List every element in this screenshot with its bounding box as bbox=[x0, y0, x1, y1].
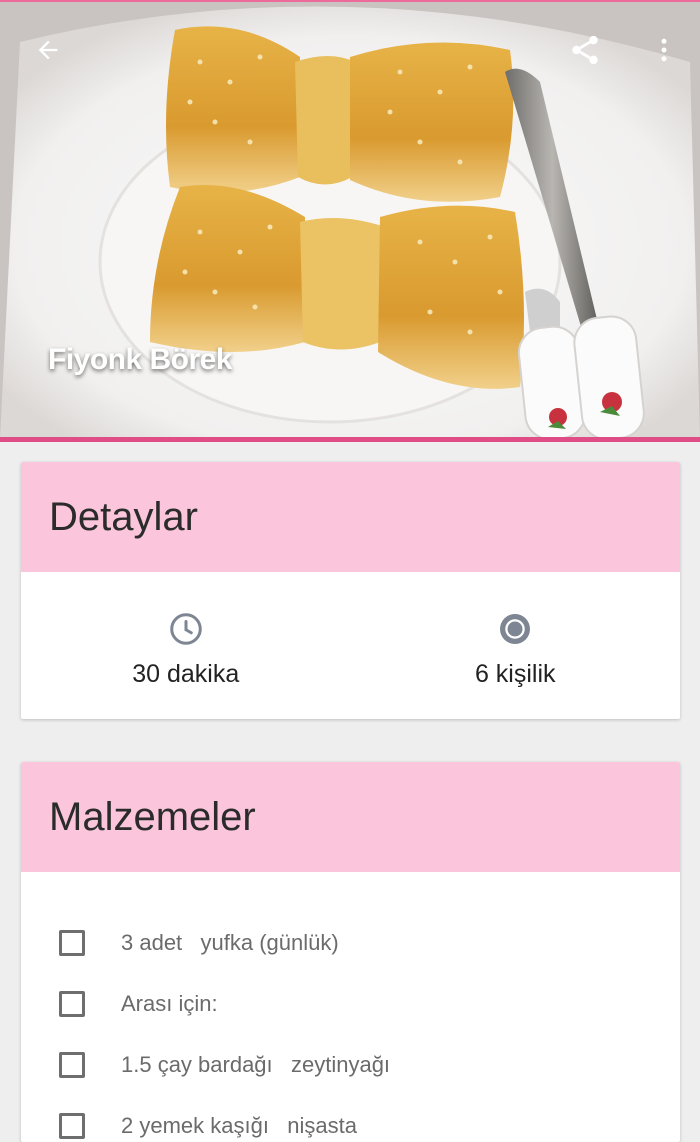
ingredient-checkbox[interactable] bbox=[59, 1051, 85, 1078]
time-value: 30 dakika bbox=[132, 660, 240, 688]
clock-icon bbox=[167, 610, 205, 648]
details-card: Detaylar 30 dakika 6 kişilik bbox=[21, 462, 680, 719]
list-item[interactable]: 2 yemek kaşığı nişasta bbox=[21, 1095, 680, 1142]
details-header: Detaylar bbox=[21, 462, 680, 572]
share-button[interactable] bbox=[565, 30, 605, 70]
back-button[interactable] bbox=[28, 30, 68, 70]
ingredients-list: 3 adet yufka (günlük) Arası için: 1.5 ça… bbox=[21, 872, 680, 1142]
ingredients-card: Malzemeler 3 adet yufka (günlük) Arası i… bbox=[21, 762, 680, 1142]
ingredient-text: 2 yemek kaşığı nişasta bbox=[121, 1112, 357, 1138]
servings-icon bbox=[496, 610, 534, 648]
ingredients-header: Malzemeler bbox=[21, 762, 680, 872]
ingredient-checkbox[interactable] bbox=[59, 1112, 85, 1139]
time-detail: 30 dakika bbox=[21, 572, 351, 719]
servings-detail: 6 kişilik bbox=[351, 572, 681, 719]
list-item[interactable]: 1.5 çay bardağı zeytinyağı bbox=[21, 1034, 680, 1095]
list-item[interactable]: Arası için: bbox=[21, 973, 680, 1034]
more-vert-icon bbox=[661, 38, 667, 62]
more-options-button[interactable] bbox=[644, 30, 684, 70]
recipe-title: Fiyonk Börek bbox=[48, 343, 233, 376]
details-row: 30 dakika 6 kişilik bbox=[21, 572, 680, 719]
ingredient-text: 3 adet yufka (günlük) bbox=[121, 929, 339, 955]
ingredient-checkbox[interactable] bbox=[59, 990, 85, 1017]
hero-accent-bar bbox=[0, 437, 700, 442]
recipe-hero-image: Fiyonk Börek bbox=[0, 0, 700, 437]
share-icon bbox=[572, 35, 598, 65]
ingredient-checkbox[interactable] bbox=[59, 929, 85, 956]
ingredient-text: 1.5 çay bardağı zeytinyağı bbox=[121, 1051, 391, 1077]
list-item[interactable]: 3 adet yufka (günlük) bbox=[21, 912, 680, 973]
arrow-left-icon bbox=[38, 40, 58, 60]
ingredient-text: Arası için: bbox=[121, 990, 218, 1016]
servings-value: 6 kişilik bbox=[474, 660, 556, 688]
